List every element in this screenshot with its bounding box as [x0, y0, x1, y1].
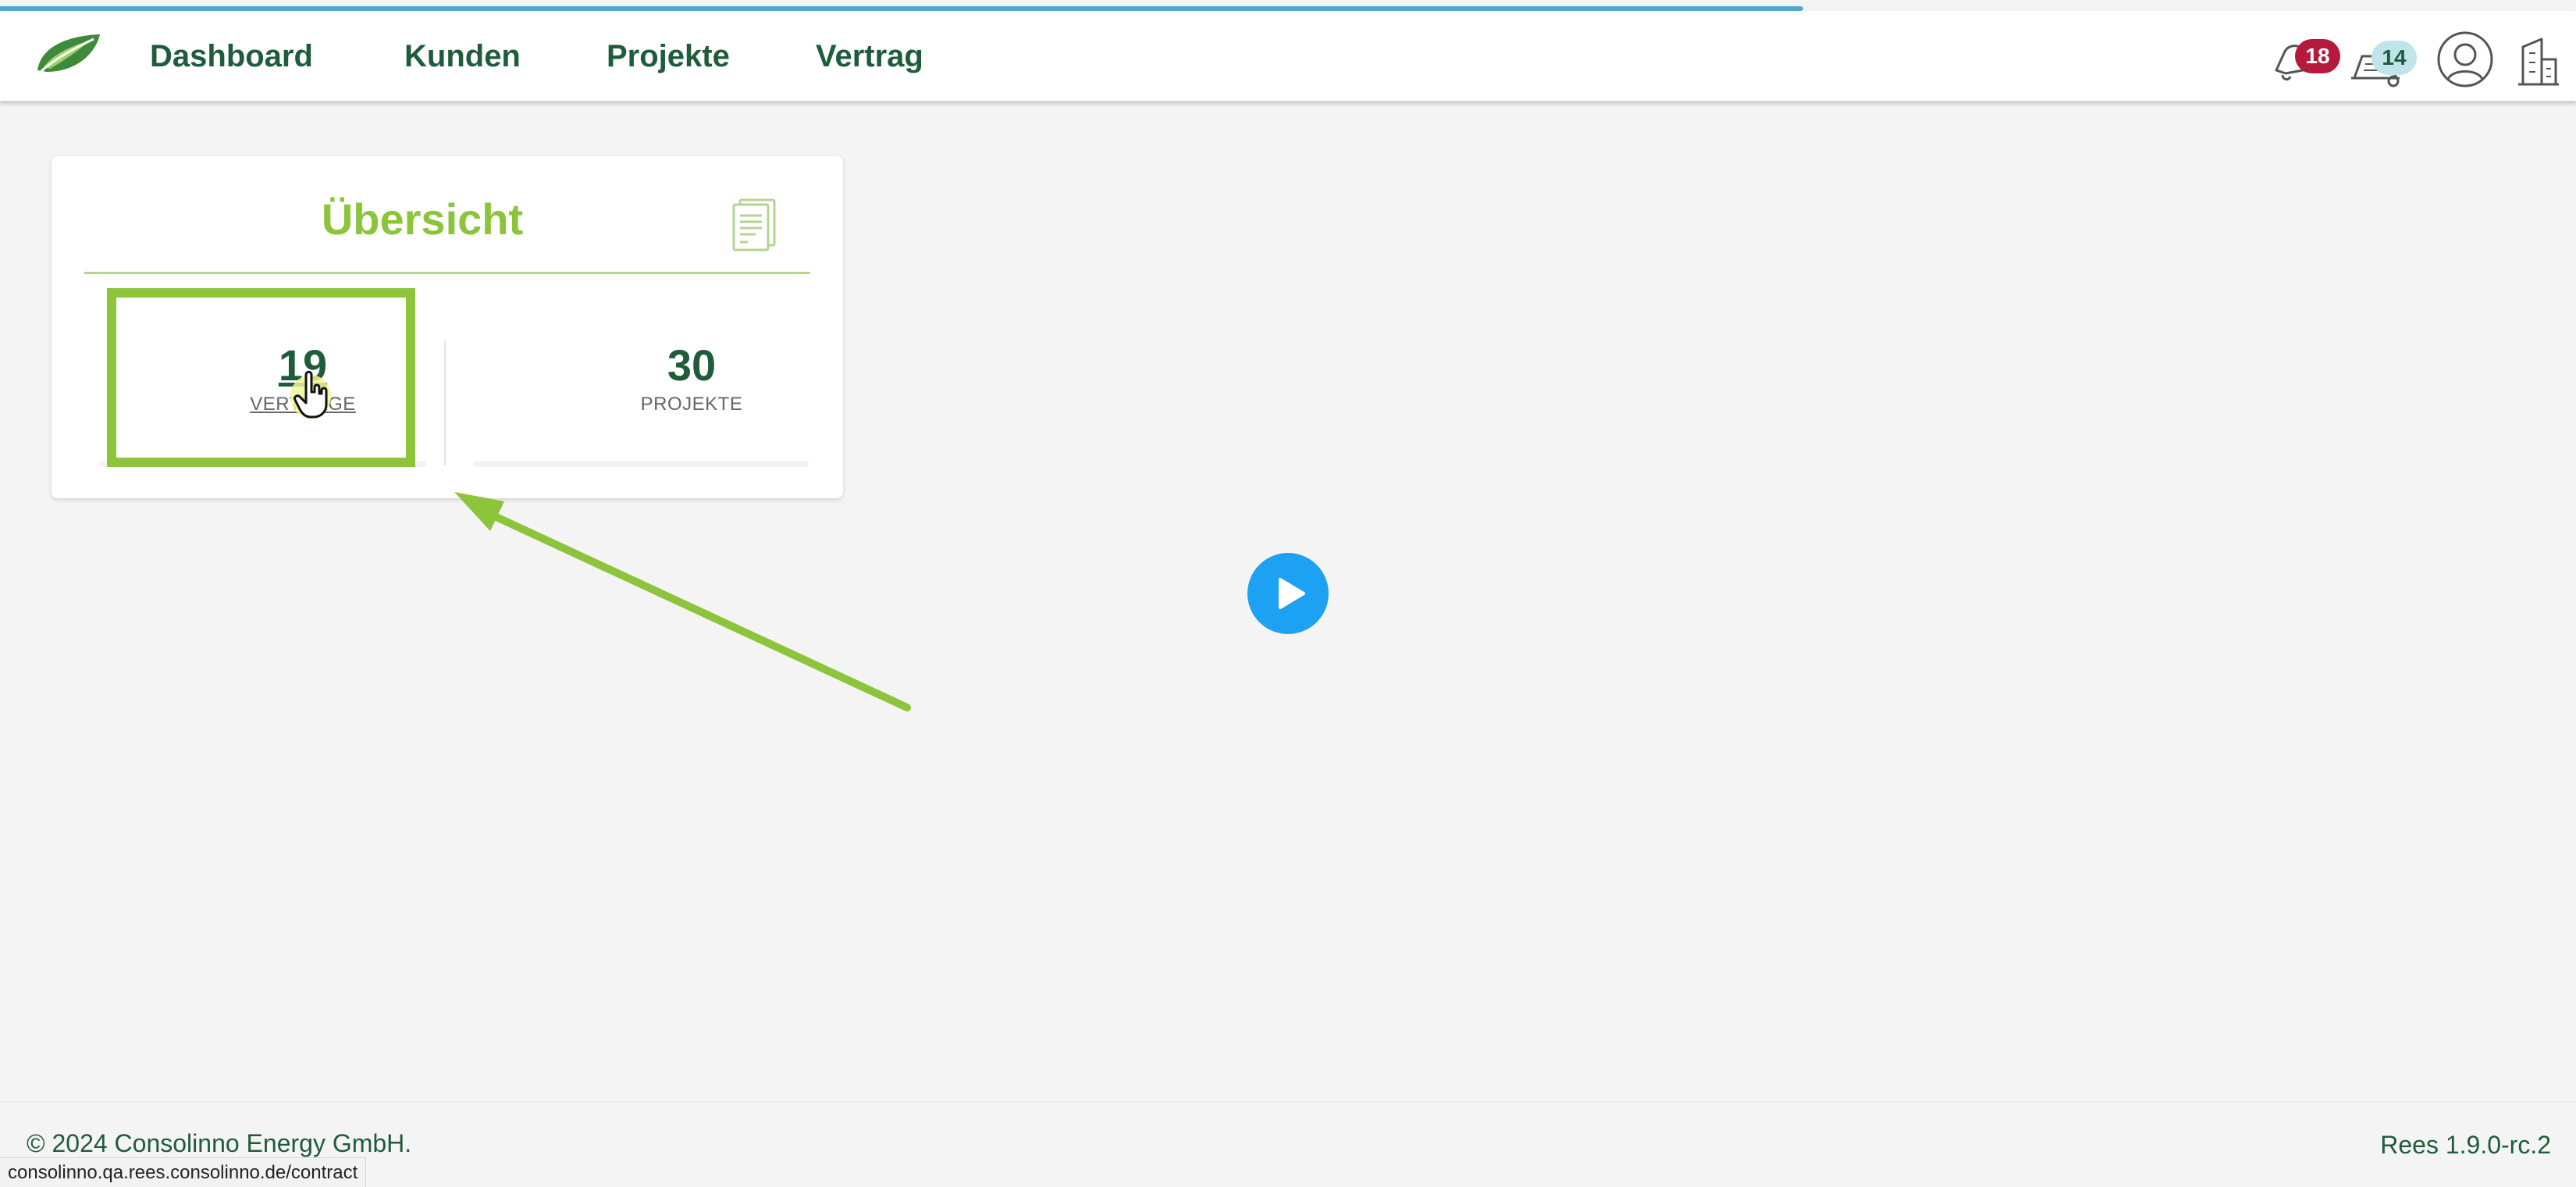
play-video-button[interactable] — [1247, 553, 1329, 634]
overview-card-title: Übersicht — [321, 194, 524, 244]
nav-projekte[interactable]: Projekte — [607, 11, 730, 102]
leaf-logo-icon[interactable] — [33, 31, 103, 77]
user-icon — [2437, 31, 2493, 87]
stat-underline-projects — [473, 461, 809, 467]
tickets-count-badge: 14 — [2371, 41, 2417, 75]
company-button[interactable] — [2515, 28, 2562, 91]
document-icon — [731, 197, 777, 253]
footer-separator — [0, 1101, 2576, 1103]
footer-copyright: © 2024 Consolinno Energy GmbH. — [27, 1129, 412, 1157]
footer-version: Rees 1.9.0-rc.2 — [2380, 1131, 2551, 1159]
profile-button[interactable] — [2434, 28, 2496, 91]
notifications-button[interactable]: 18 — [2265, 28, 2340, 91]
projects-label[interactable]: PROJEKTE — [575, 394, 809, 415]
projects-count[interactable]: 30 — [575, 340, 809, 390]
notifications-count-badge: 18 — [2295, 39, 2340, 73]
stat-separator — [444, 340, 446, 465]
play-icon — [1279, 578, 1305, 609]
hand-pointer-icon — [290, 367, 334, 422]
tickets-button[interactable]: 14 — [2348, 28, 2417, 91]
nav-kunden[interactable]: Kunden — [404, 11, 521, 102]
nav-vertrag[interactable]: Vertrag — [816, 11, 923, 102]
nav-dashboard[interactable]: Dashboard — [150, 11, 313, 102]
browser-status-url: consolinno.qa.rees.consolinno.de/contrac… — [0, 1157, 367, 1187]
overview-card: Übersicht 19 VERTRÄGE 30 PROJEKTE — [52, 156, 843, 498]
top-navigation-bar: Dashboard Kunden Projekte Vertrag 18 14 — [0, 11, 2576, 102]
stat-underline-contracts — [98, 461, 426, 467]
projects-stat-link[interactable]: 30 PROJEKTE — [575, 340, 809, 415]
building-icon — [2518, 37, 2559, 86]
card-title-divider — [84, 272, 810, 274]
